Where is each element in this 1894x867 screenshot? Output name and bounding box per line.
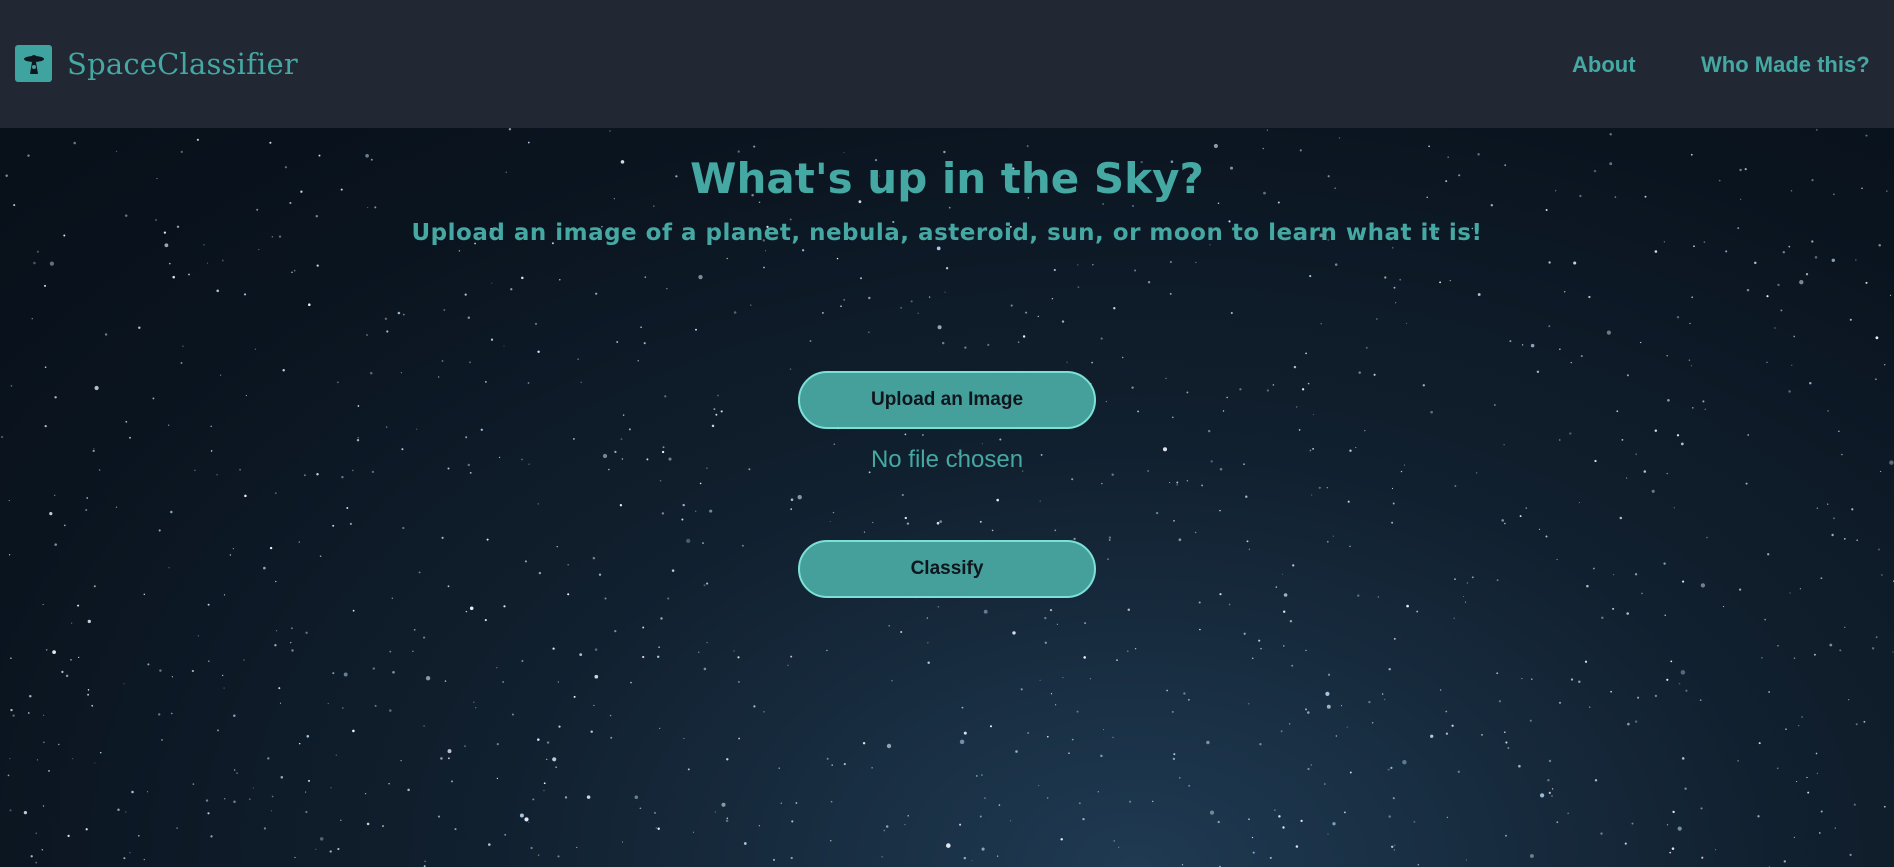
nav-link-about[interactable]: About (1572, 52, 1636, 78)
ufo-icon (15, 45, 52, 82)
page-title: What's up in the Sky? (690, 154, 1204, 203)
brand-name: SpaceClassifier (67, 46, 298, 81)
upload-image-button[interactable]: Upload an Image (798, 371, 1096, 429)
classify-button[interactable]: Classify (798, 540, 1096, 598)
file-status-text: No file chosen (870, 446, 1024, 473)
nav-link-who-made-this[interactable]: Who Made this? (1701, 52, 1870, 78)
page-subtitle: Upload an image of a planet, nebula, ast… (411, 220, 1483, 246)
brand-link[interactable]: SpaceClassifier (15, 45, 298, 82)
navbar: SpaceClassifier About Who Made this? (0, 0, 1894, 128)
